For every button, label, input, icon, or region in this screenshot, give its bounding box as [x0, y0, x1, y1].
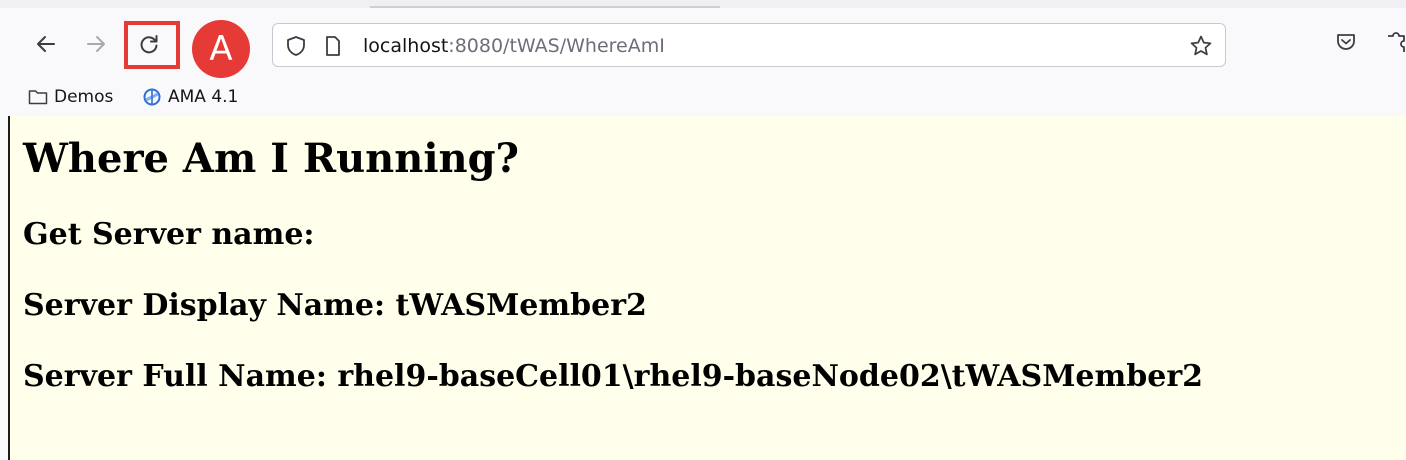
bookmark-label: AMA 4.1 — [168, 87, 239, 107]
get-server-name-heading: Get Server name: — [23, 217, 315, 252]
forward-button[interactable] — [80, 28, 112, 60]
star-icon[interactable] — [1189, 34, 1213, 58]
shield-icon[interactable] — [285, 35, 307, 57]
arrow-right-icon — [87, 36, 105, 52]
pocket-icon — [1337, 34, 1355, 50]
puzzle-icon — [1388, 32, 1405, 52]
browser-toolbar: A localhost:8080/tWAS/WhereAmI — [0, 8, 1406, 80]
bookmark-label: Demos — [54, 87, 114, 107]
url-text[interactable]: localhost:8080/tWAS/WhereAmI — [363, 35, 665, 57]
folder-icon — [28, 90, 48, 105]
arrow-left-icon — [37, 36, 55, 52]
server-display-name: Server Display Name: tWASMember2 — [23, 288, 647, 323]
page-title: Where Am I Running? — [23, 135, 519, 182]
window-top-edge — [0, 0, 1406, 8]
url-host: localhost — [363, 35, 449, 57]
ama-logo-icon — [143, 88, 161, 106]
url-path: :8080/tWAS/WhereAmI — [448, 35, 665, 57]
bookmark-ama[interactable]: AMA 4.1 — [142, 84, 238, 110]
back-button[interactable] — [30, 28, 62, 60]
bookmarks-bar: Demos AMA 4.1 — [0, 80, 1406, 114]
page-icon[interactable] — [323, 35, 343, 57]
server-full-name: Server Full Name: rhel9-baseCell01\rhel9… — [23, 359, 1204, 394]
reload-highlight-box — [124, 21, 180, 69]
bookmark-demos[interactable]: Demos — [28, 84, 113, 110]
extensions-button[interactable] — [1386, 30, 1406, 59]
callout-marker: A — [192, 20, 250, 78]
page-content: Where Am I Running? Get Server name: Ser… — [8, 116, 1406, 460]
address-bar[interactable]: localhost:8080/tWAS/WhereAmI — [272, 23, 1226, 67]
pocket-button[interactable] — [1335, 31, 1357, 58]
